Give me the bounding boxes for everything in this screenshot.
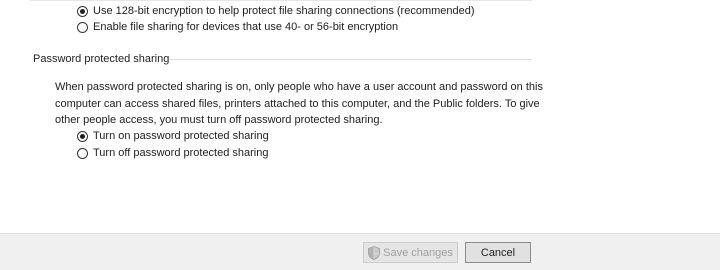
radio-40-56bit-encryption[interactable]: Enable file sharing for devices that use… bbox=[77, 20, 398, 34]
cancel-button[interactable]: Cancel bbox=[465, 242, 531, 263]
cancel-button-label[interactable]: Cancel bbox=[481, 247, 515, 259]
radio-label-40-56bit[interactable]: Enable file sharing for devices that use… bbox=[93, 20, 398, 34]
radio-button-selected[interactable] bbox=[77, 130, 88, 142]
password-sharing-description: When password protected sharing is on, o… bbox=[55, 81, 543, 126]
uac-shield-icon bbox=[368, 245, 381, 260]
section-header-password-sharing: Password protected sharing bbox=[33, 53, 170, 65]
radio-label-128bit[interactable]: Use 128-bit encryption to help protect f… bbox=[93, 4, 475, 18]
radio-turn-on-password-sharing[interactable]: Turn on password protected sharing bbox=[77, 129, 269, 143]
radio-button-selected[interactable] bbox=[77, 5, 88, 17]
dialog-footer bbox=[0, 233, 720, 270]
section-divider bbox=[170, 59, 532, 60]
radio-turn-off-password-sharing[interactable]: Turn off password protected sharing bbox=[77, 146, 268, 160]
radio-128bit-encryption[interactable]: Use 128-bit encryption to help protect f… bbox=[77, 4, 475, 18]
radio-label-turn-on[interactable]: Turn on password protected sharing bbox=[93, 129, 269, 143]
radio-label-turn-off[interactable]: Turn off password protected sharing bbox=[93, 146, 268, 160]
top-divider bbox=[30, 0, 532, 1]
save-button-label[interactable]: Save changes bbox=[383, 247, 453, 259]
radio-button[interactable] bbox=[77, 21, 88, 33]
save-changes-button[interactable]: Save changes bbox=[363, 242, 458, 263]
radio-button[interactable] bbox=[77, 147, 88, 159]
